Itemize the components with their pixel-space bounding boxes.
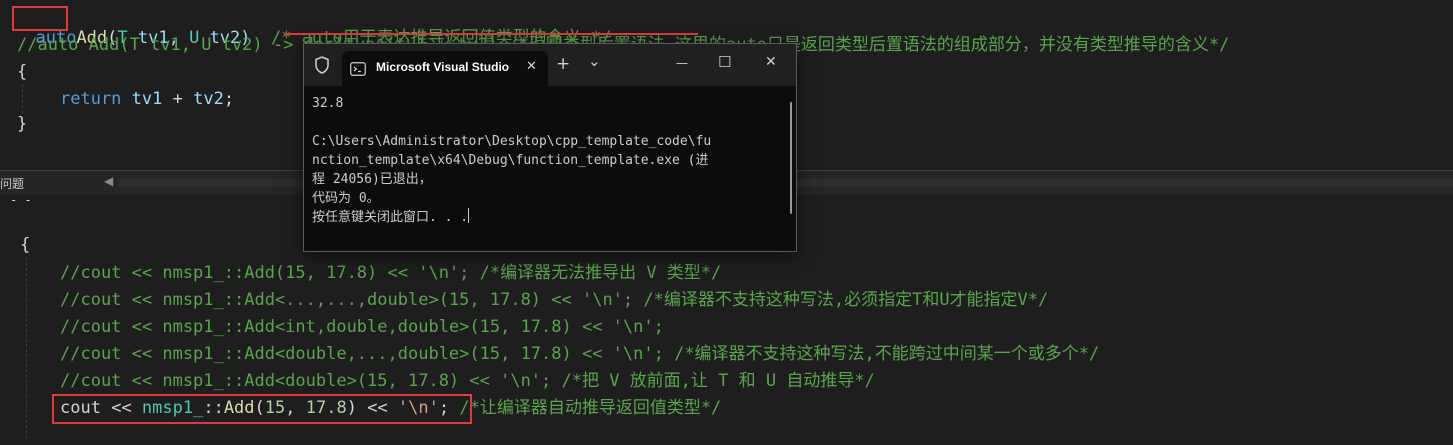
code-line-comment-1[interactable]: //cout << nmsp1_::Add(15, 17.8) << '\n';… <box>60 263 721 283</box>
return-keyword: return <box>60 89 122 109</box>
highlight-box-auto <box>12 6 68 31</box>
code-line-comment-3[interactable]: //cout << nmsp1_::Add<int,double,double>… <box>60 317 664 337</box>
text-cursor <box>468 208 470 223</box>
console-window[interactable]: Microsoft Visual Studio ✕ + ⌄ — ☐ ✕ 32.8… <box>303 43 797 252</box>
code-line-close-brace[interactable]: } <box>17 114 27 134</box>
code-line-auto-add[interactable]: autoAdd(T tv1, U tv2) /* auto用于表达推导返回值类型… <box>0 8 611 48</box>
console-output[interactable]: 32.8 C:\Users\Administrator\Desktop\cpp_… <box>312 94 711 227</box>
plus-operator: + <box>162 89 194 109</box>
scroll-left-icon[interactable]: ◀ <box>104 174 113 188</box>
maximize-button[interactable]: ☐ <box>718 53 731 71</box>
code-line-comment-5[interactable]: //cout << nmsp1_::Add<double>(15, 17.8) … <box>60 371 875 391</box>
terminal-icon <box>350 61 366 76</box>
code-line-comment-2[interactable]: //cout << nmsp1_::Add<...,...,double>(15… <box>60 290 1048 310</box>
auto-deduce-comment: /*让编译器自动推导返回值类型*/ <box>449 398 722 418</box>
tab-close-icon[interactable]: ✕ <box>526 59 537 74</box>
code-line-comment-4[interactable]: //cout << nmsp1_::Add<double,...,double>… <box>60 344 1099 364</box>
operand-tv2: tv2 <box>193 89 224 109</box>
code-line-return[interactable]: return tv1 + tv2; <box>60 89 234 109</box>
semicolon: ; <box>223 89 235 109</box>
operand-tv1: tv1 <box>121 89 163 109</box>
minimize-button[interactable]: — <box>676 56 688 70</box>
code-line-fragment: - - <box>10 193 32 207</box>
console-titlebar[interactable]: Microsoft Visual Studio ✕ + ⌄ — ☐ ✕ <box>304 44 796 86</box>
highlight-box-cout <box>52 394 472 424</box>
shield-icon[interactable] <box>313 56 331 74</box>
console-tab-title: Microsoft Visual Studio <box>376 60 510 74</box>
code-line-open-brace-main[interactable]: { <box>20 235 30 255</box>
console-output-text: 32.8 C:\Users\Administrator\Desktop\cpp_… <box>312 96 712 225</box>
console-scrollbar[interactable] <box>790 102 792 214</box>
code-line-open-brace[interactable]: { <box>17 62 27 82</box>
indent-guide-top <box>22 84 23 114</box>
new-tab-button[interactable]: + <box>556 54 570 74</box>
close-button[interactable]: ✕ <box>765 54 777 70</box>
indent-guide-bottom <box>26 258 27 438</box>
console-tab[interactable]: Microsoft Visual Studio ✕ <box>342 51 548 86</box>
chevron-down-icon[interactable]: ⌄ <box>588 52 601 70</box>
